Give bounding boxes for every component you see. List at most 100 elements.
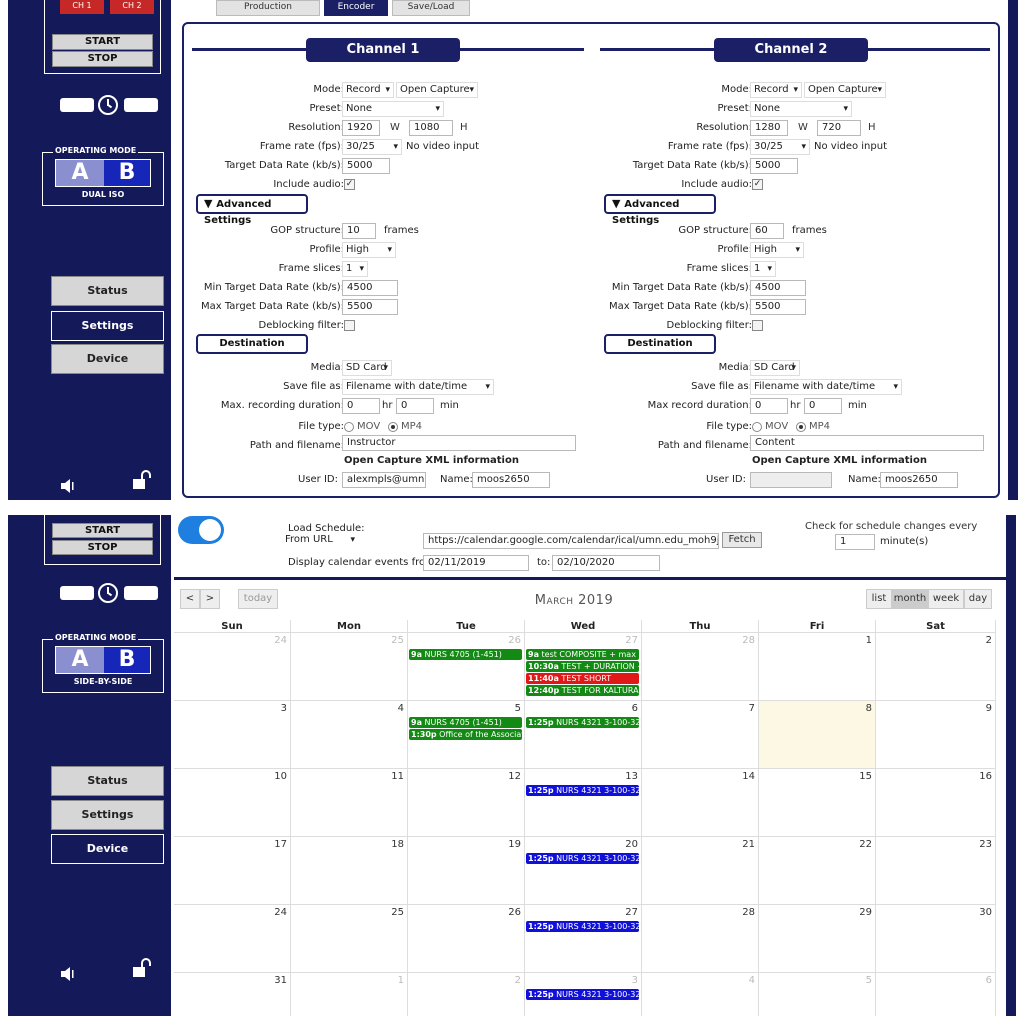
ch1-button[interactable]: CH 1 (60, 0, 104, 14)
day-cell[interactable]: 31 (174, 973, 291, 1016)
day-cell[interactable]: 17 (174, 837, 291, 905)
ch2-slices-select[interactable]: 1 (750, 261, 776, 277)
day-cell[interactable]: 30 (876, 905, 996, 973)
ch2-max-rate-input[interactable]: 5500 (750, 299, 806, 315)
day-cell[interactable]: 8 (759, 701, 876, 769)
nav-device[interactable]: Device (51, 344, 164, 374)
ch1-user-id-input[interactable]: alexmpls@umn.ed (342, 472, 426, 488)
calendar-event[interactable]: 1:25p NURS 4321 3-100-322 (526, 785, 639, 796)
calendar-event[interactable]: 1:25p NURS 4321 3-100-322 (526, 717, 639, 728)
calendar-event[interactable]: 11:40a TEST SHORT (526, 673, 639, 684)
next-month-button[interactable]: > (200, 589, 220, 609)
day-cell[interactable]: 15 (759, 769, 876, 837)
nav-status[interactable]: Status (51, 766, 164, 796)
day-cell[interactable]: 20 1:25p NURS 4321 3-100-322 (525, 837, 642, 905)
ch1-capture-select[interactable]: Open Capture (396, 82, 478, 98)
day-cell[interactable]: 5 (759, 973, 876, 1016)
day-cell[interactable]: 3 1:25p NURS 4321 3-100-322 (525, 973, 642, 1016)
day-cell[interactable]: 27 9a test COMPOSITE + max d 10:30a TEST +… (525, 633, 642, 701)
day-cell[interactable]: 2 (408, 973, 525, 1016)
view-week-button[interactable]: week (928, 589, 964, 609)
ch1-include-audio-checkbox[interactable]: ✓ (344, 179, 355, 190)
ch1-mov-radio[interactable] (344, 422, 354, 432)
day-cell[interactable]: 24 (174, 633, 291, 701)
calendar-event[interactable]: 9a NURS 4705 (1-451) (409, 717, 522, 728)
day-cell[interactable]: 26 (408, 905, 525, 973)
timer-toggle[interactable] (60, 95, 158, 115)
ch1-save-as-select[interactable]: Filename with date/time (342, 379, 494, 395)
speaker-icon[interactable] (60, 478, 76, 494)
ch2-destination-toggle[interactable]: Destination (604, 334, 716, 354)
day-cell[interactable]: 2 (876, 633, 996, 701)
check-interval-input[interactable]: 1 (835, 534, 875, 550)
ch1-res-width-input[interactable]: 1920 (342, 120, 380, 136)
stop-button[interactable]: STOP (52, 51, 153, 67)
today-button[interactable]: today (238, 589, 278, 609)
ch1-min-rate-input[interactable]: 4500 (342, 280, 398, 296)
calendar-event[interactable]: 1:25p NURS 4321 3-100-322 (526, 921, 639, 932)
day-cell[interactable]: 14 (642, 769, 759, 837)
ch2-mode-select[interactable]: Record (750, 82, 802, 98)
ch2-frame-rate-select[interactable]: 30/25 (750, 139, 810, 155)
ch2-duration-hr-input[interactable]: 0 (750, 398, 788, 414)
day-cell[interactable]: 4 (642, 973, 759, 1016)
day-cell[interactable]: 1 (291, 973, 408, 1016)
mode-b[interactable]: B (104, 160, 150, 186)
ch1-preset-select[interactable]: None (342, 101, 444, 117)
ch1-mode-select[interactable]: Record (342, 82, 394, 98)
calendar-event[interactable]: 1:25p NURS 4321 3-100-322 (526, 989, 639, 1000)
calendar-event[interactable]: 12:40p TEST FOR KALTURA R (526, 685, 639, 696)
ch2-user-id-input[interactable] (750, 472, 832, 488)
calendar-event[interactable]: 10:30a TEST + DURATION + A (526, 661, 639, 672)
day-cell[interactable]: 4 (291, 701, 408, 769)
day-cell[interactable]: 12 (408, 769, 525, 837)
ch2-min-rate-input[interactable]: 4500 (750, 280, 806, 296)
tab-production[interactable]: Production (216, 0, 320, 16)
day-cell[interactable]: 6 1:25p NURS 4321 3-100-322 (525, 701, 642, 769)
start-button[interactable]: START (52, 523, 153, 538)
prev-month-button[interactable]: < (180, 589, 200, 609)
day-cell[interactable]: 7 (642, 701, 759, 769)
start-button[interactable]: START (52, 34, 153, 50)
ch2-deblocking-checkbox[interactable] (752, 320, 763, 331)
day-cell[interactable]: 24 (174, 905, 291, 973)
display-to-input[interactable]: 02/10/2020 (552, 555, 660, 571)
ch1-media-select[interactable]: SD Card (342, 360, 392, 376)
day-cell[interactable]: 23 (876, 837, 996, 905)
ch2-profile-select[interactable]: High (750, 242, 804, 258)
view-list-button[interactable]: list (866, 589, 892, 609)
nav-device[interactable]: Device (51, 834, 164, 864)
unlock-icon[interactable] (132, 958, 152, 978)
display-from-input[interactable]: 02/11/2019 (423, 555, 529, 571)
stop-button[interactable]: STOP (52, 540, 153, 555)
mode-selector[interactable]: A B (55, 159, 151, 187)
ch2-advanced-settings-toggle[interactable]: ▼ Advanced Settings (604, 194, 716, 226)
mode-b[interactable]: B (104, 647, 150, 673)
timer-toggle[interactable] (60, 583, 158, 603)
calendar-event[interactable]: 9a NURS 4705 (1-451) (409, 649, 522, 660)
day-cell[interactable]: 25 (291, 905, 408, 973)
ch2-name-input[interactable]: moos2650 (880, 472, 958, 488)
ch1-mp4-radio[interactable] (388, 422, 398, 432)
speaker-icon[interactable] (60, 966, 76, 982)
day-cell[interactable]: 1 (759, 633, 876, 701)
ch2-mov-radio[interactable] (752, 422, 762, 432)
mode-a[interactable]: A (56, 160, 104, 186)
ch1-path-input[interactable]: Instructor (342, 435, 576, 451)
day-cell[interactable]: 10 (174, 769, 291, 837)
unlock-icon[interactable] (132, 470, 152, 490)
ch1-frame-rate-select[interactable]: 30/25 (342, 139, 402, 155)
ch2-gop-input[interactable]: 60 (750, 223, 784, 239)
ch1-destination-toggle[interactable]: Destination (196, 334, 308, 354)
tab-encoder[interactable]: Encoder (324, 0, 388, 16)
day-cell[interactable]: 28 (642, 905, 759, 973)
ch2-res-width-input[interactable]: 1280 (750, 120, 788, 136)
day-cell[interactable]: 18 (291, 837, 408, 905)
calendar-event[interactable]: 9a test COMPOSITE + max d (526, 649, 639, 660)
ch2-preset-select[interactable]: None (750, 101, 852, 117)
view-day-button[interactable]: day (964, 589, 992, 609)
ch2-res-height-input[interactable]: 720 (817, 120, 861, 136)
calendar-event[interactable]: 1:30p Office of the Associat (409, 729, 522, 740)
ch1-gop-input[interactable]: 10 (342, 223, 376, 239)
ch2-media-select[interactable]: SD Card (750, 360, 800, 376)
